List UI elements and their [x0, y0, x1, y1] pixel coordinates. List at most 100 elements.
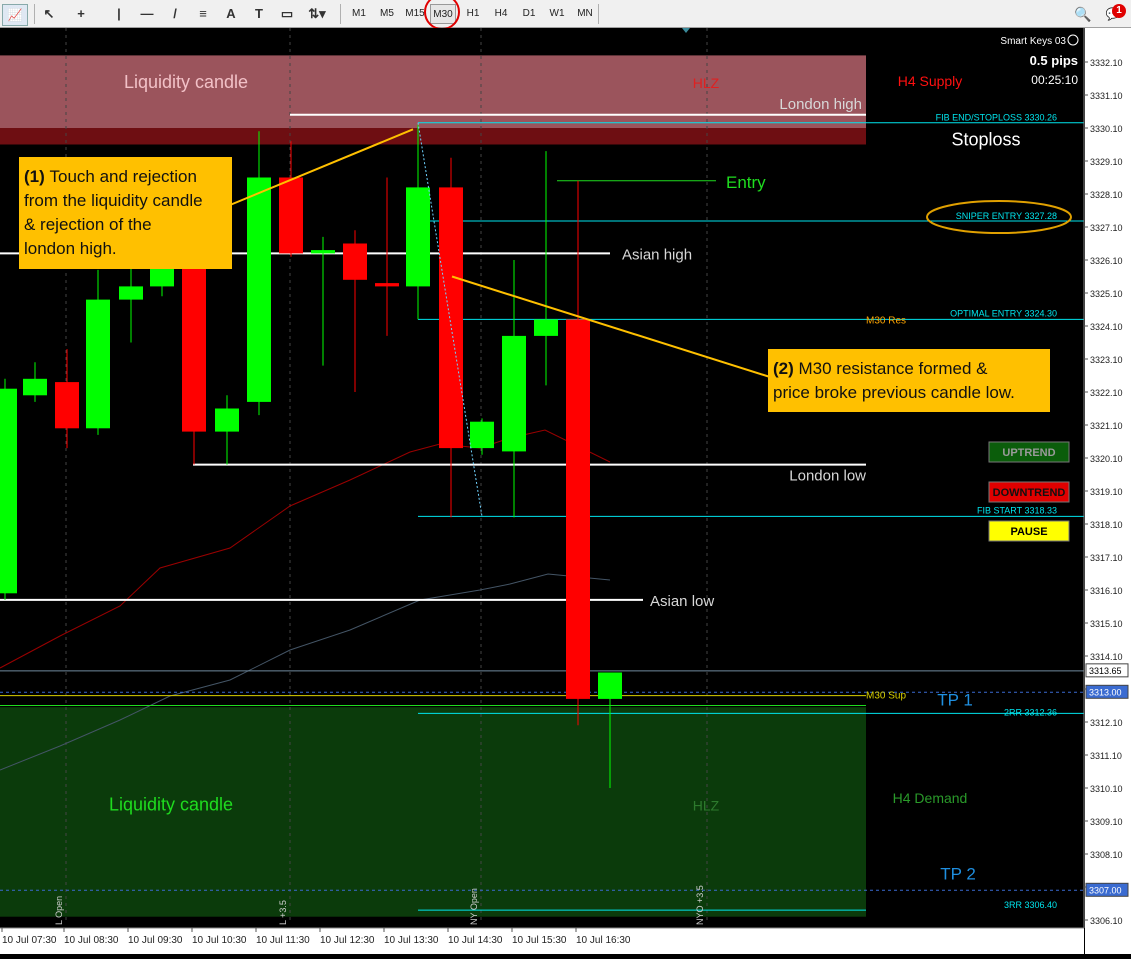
- asian-low-label: Asian low: [650, 593, 714, 610]
- timeframe-h4-button[interactable]: H4: [488, 4, 514, 24]
- demand-zone-label: Liquidity candle: [109, 795, 233, 815]
- price-tick-label: 3315.10: [1090, 619, 1123, 629]
- candle-body-18: [534, 319, 558, 336]
- price-tick-label: 3323.10: [1090, 355, 1123, 365]
- time-tick-label: 10 Jul 13:30: [384, 935, 439, 946]
- price-tick-label: 3316.10: [1090, 586, 1123, 596]
- london-low-label: London low: [789, 468, 866, 485]
- sniper-entry-label: SNIPER ENTRY 3327.28: [956, 211, 1057, 221]
- time-tick-label: 10 Jul 15:30: [512, 935, 567, 946]
- price-tick-label: 3324.10: [1090, 322, 1123, 332]
- price-tick-label: 3319.10: [1090, 487, 1123, 497]
- stoploss-label: Stoploss: [951, 130, 1020, 150]
- ea-name-label: Smart Keys 03: [1000, 36, 1066, 47]
- time-tick-label: 10 Jul 07:30: [2, 935, 57, 946]
- trendline-tool[interactable]: /: [164, 4, 186, 24]
- price-tick-label: 3328.10: [1090, 190, 1123, 200]
- shapes-dropdown[interactable]: ⇅▾: [306, 4, 328, 24]
- candle-body-12: [343, 243, 367, 280]
- active-timeframe-highlight-circle: [424, 0, 460, 30]
- price-tick-label: 3318.10: [1090, 520, 1123, 530]
- note1-line-4: london high.: [24, 239, 117, 258]
- time-tick-label: 10 Jul 11:30: [256, 935, 310, 946]
- notifications-icon[interactable]: 💬1: [1100, 4, 1126, 24]
- candle-body-10: [279, 177, 303, 254]
- timeframe-h1-button[interactable]: H1: [460, 4, 486, 24]
- price-tag-1: 3313.00: [1089, 687, 1122, 697]
- timeframe-m5-button[interactable]: M5: [374, 4, 400, 24]
- candle-body-8: [215, 408, 239, 432]
- candle-body-19: [566, 319, 590, 699]
- time-tick-label: 10 Jul 12:30: [320, 935, 375, 946]
- price-tick-label: 3331.10: [1090, 91, 1123, 101]
- chart-area[interactable]: Liquidity candle HLZ H4 Supply Liquidity ca…: [0, 28, 1131, 954]
- panel-button-label-uptrend: UPTREND: [1002, 447, 1055, 459]
- time-tick-label: 10 Jul 10:30: [192, 935, 247, 946]
- timeframe-w1-button[interactable]: W1: [544, 4, 570, 24]
- session-marker-label: NY Open: [469, 888, 479, 925]
- price-tick-label: 3312.10: [1090, 718, 1123, 728]
- timeframe-d1-button[interactable]: D1: [516, 4, 542, 24]
- h4-demand-label: H4 Demand: [893, 790, 968, 806]
- candle-body-6: [150, 266, 174, 287]
- note2-text: M30 resistance formed &: [799, 359, 989, 378]
- entry-label: Entry: [726, 173, 766, 192]
- session-marker-label: NYO +3.5: [695, 885, 705, 925]
- note1-number: (1): [24, 167, 50, 186]
- session-marker-label: L Open: [54, 896, 64, 925]
- candle-body-17: [502, 335, 526, 452]
- price-tick-label: 3332.10: [1090, 58, 1123, 68]
- session-marker-label: L +3.5: [278, 900, 288, 925]
- chart-type-icon[interactable]: 📈: [2, 4, 28, 26]
- panel-button-label-downtrend: DOWNTREND: [993, 487, 1066, 499]
- optimal-entry-label: OPTIMAL ENTRY 3324.30: [950, 308, 1057, 318]
- tp2-label: TP 2: [940, 865, 976, 884]
- horizontal-line-tool[interactable]: —: [136, 4, 158, 24]
- note1-line-2: from the liquidity candle: [24, 191, 203, 210]
- fib-start-label: FIB START 3318.33: [977, 505, 1057, 515]
- asian-high-label: Asian high: [622, 246, 692, 263]
- price-tick-label: 3325.10: [1090, 289, 1123, 299]
- note1-text: london high.: [24, 239, 117, 258]
- candle-body-4: [86, 299, 110, 429]
- note1-text: & rejection of the: [24, 215, 152, 234]
- price-tick-label: 3317.10: [1090, 553, 1123, 563]
- hlz-top-label: HLZ: [693, 75, 720, 91]
- time-tick-label: 10 Jul 09:30: [128, 935, 183, 946]
- supply-zone-base-band: [0, 128, 866, 145]
- note1-line-3: & rejection of the: [24, 215, 152, 234]
- candle-body-13: [375, 283, 399, 287]
- hlz-bottom-label: HLZ: [693, 798, 720, 814]
- m30-res-label: M30 Res: [866, 315, 906, 326]
- candle-body-1: [0, 388, 17, 594]
- price-tick-label: 3320.10: [1090, 454, 1123, 464]
- candle-body-3: [55, 382, 79, 429]
- candle-body-5: [119, 286, 143, 300]
- price-tick-label: 3311.10: [1090, 751, 1122, 761]
- toolbar-separator: [598, 4, 599, 24]
- toolbar-separator: [34, 4, 35, 24]
- cursor-tool[interactable]: ↖: [38, 4, 60, 24]
- text-tool[interactable]: A: [220, 4, 242, 24]
- crosshair-tool[interactable]: +: [70, 4, 92, 24]
- note2-text: price broke previous candle low.: [773, 383, 1015, 402]
- candle-body-7: [182, 256, 206, 432]
- search-icon[interactable]: 🔍: [1074, 4, 1092, 24]
- m30-sup-label: M30 Sup: [866, 691, 906, 702]
- candle-body-20: [598, 672, 622, 699]
- note1-text: from the liquidity candle: [24, 191, 203, 210]
- fibonacci-tool[interactable]: ≡: [192, 4, 214, 24]
- h4-supply-label: H4 Supply: [898, 73, 963, 89]
- rectangle-tool[interactable]: ▭: [276, 4, 298, 24]
- candle-body-14: [406, 187, 430, 287]
- current-price-tag: 3313.65: [1089, 666, 1122, 676]
- vertical-line-tool[interactable]: |: [108, 4, 130, 24]
- timeframe-mn-button[interactable]: MN: [572, 4, 598, 24]
- text-label-tool[interactable]: T: [248, 4, 270, 24]
- price-chart-svg[interactable]: Liquidity candle HLZ H4 Supply Liquidity ca…: [0, 28, 1131, 954]
- price-tick-label: 3326.10: [1090, 256, 1123, 266]
- candle-body-2: [23, 378, 47, 396]
- timeframe-m1-button[interactable]: M1: [346, 4, 372, 24]
- price-tick-label: 3308.10: [1090, 850, 1123, 860]
- note2-line-2: price broke previous candle low.: [773, 383, 1015, 402]
